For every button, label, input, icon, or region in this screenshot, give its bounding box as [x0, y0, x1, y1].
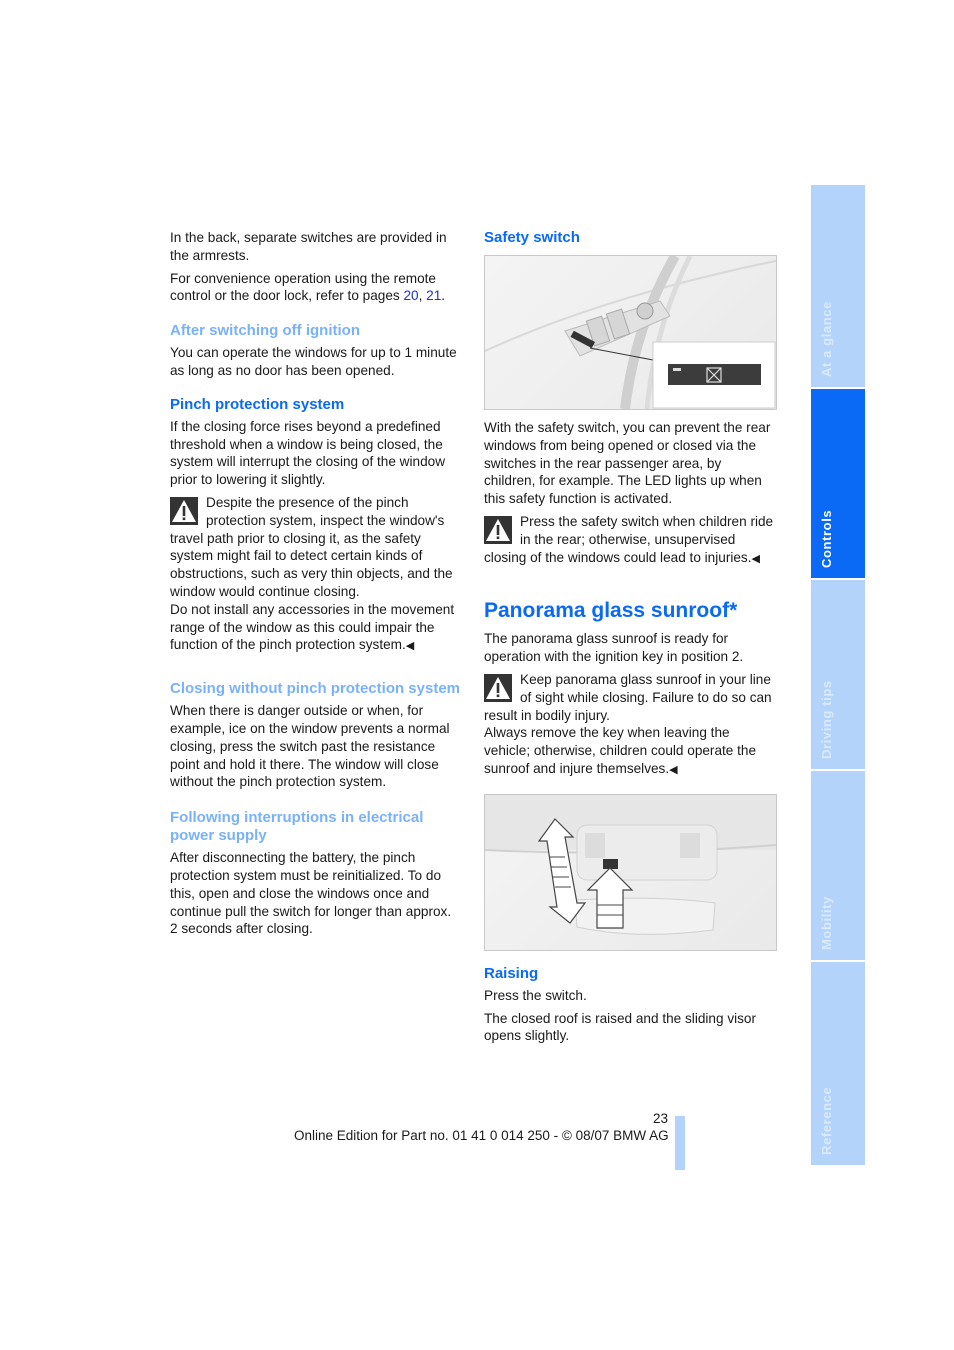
warning-icon	[484, 515, 512, 544]
intro-text: For convenience operation using the remo…	[170, 270, 436, 304]
window-lock-switch-illustration-icon	[485, 256, 776, 409]
end-mark-icon: ◀	[751, 552, 760, 565]
end-mark-icon: ◀	[669, 763, 678, 776]
tab-at-a-glance[interactable]: At a glance	[811, 185, 865, 387]
heading-safety-switch: Safety switch	[484, 229, 580, 246]
heading-raising: Raising	[484, 964, 539, 982]
tab-label: Driving tips	[819, 680, 834, 759]
page-marker-bar	[675, 1116, 685, 1170]
tab-label: Reference	[819, 1086, 834, 1155]
raising-text-1: Press the switch.	[484, 987, 587, 1003]
intro-paragraph-1: In the back, separate switches are provi…	[170, 230, 447, 263]
right-column: Safety switch With the safety switch, yo…	[484, 229, 777, 1050]
page-link-21[interactable]: 21	[426, 288, 441, 303]
safety-switch-text: With the safety switch, you can prevent …	[484, 420, 771, 507]
sunroof-switch-illustration-icon	[485, 794, 776, 935]
page-link-20[interactable]: 20	[403, 288, 418, 303]
sunroof-switch-figure	[484, 793, 777, 951]
sunroof-warning-text-2: Always remove the key when leaving the v…	[484, 725, 757, 776]
following-text: After disconnecting the battery, the pin…	[170, 850, 452, 937]
tab-reference[interactable]: Reference	[811, 962, 865, 1165]
section-tabs: At a glance Controls Driving tips Mobili…	[811, 185, 865, 1167]
end-mark-icon: ◀	[405, 640, 415, 653]
tab-label: At a glance	[819, 301, 834, 377]
closing-without-text: When there is danger outside or when, fo…	[170, 703, 450, 790]
warning-icon	[484, 673, 512, 702]
pinch-warning: Despite the presence of the pinch protec…	[170, 494, 462, 656]
pinch-warning-text-1: Despite the presence of the pinch protec…	[170, 494, 453, 599]
heading-pinch-protection: Pinch protection system	[170, 395, 345, 413]
sunroof-text: The panorama glass sunroof is ready for …	[484, 631, 744, 665]
heading-after-switching-off-ignition: After switching off ignition	[170, 322, 360, 340]
pinch-text: If the closing force rises beyond a pred…	[170, 418, 446, 488]
intro-paragraph-2: For convenience operation using the remo…	[170, 270, 462, 306]
tab-label: Controls	[819, 509, 834, 568]
tab-mobility[interactable]: Mobility	[811, 771, 865, 960]
tab-label: Mobility	[819, 896, 834, 950]
heading-closing-without-pinch-protection: Closing without pinch protection system	[170, 680, 461, 698]
heading-following-interruptions: Following interruptions in electrical po…	[170, 809, 424, 845]
edition-text: Online Edition for Part no. 01 41 0 014 …	[294, 1128, 669, 1143]
heading-panorama-glass-sunroof: Panorama glass sunroof*	[484, 599, 738, 623]
sunroof-warning-text-1: Keep panorama glass sunroof in your line…	[484, 671, 772, 723]
safety-switch-figure	[484, 255, 777, 410]
safety-warning-text: Press the safety switch when children ri…	[484, 513, 774, 565]
raising-text-2: The closed roof is raised and the slidin…	[484, 1010, 757, 1044]
after-ignition-text: You can operate the windows for up to 1 …	[170, 345, 457, 378]
page-number: 23	[652, 1111, 668, 1126]
tab-controls[interactable]: Controls	[811, 389, 865, 578]
safety-switch-warning: Press the safety switch when children ri…	[484, 513, 776, 568]
left-column: In the back, separate switches are provi…	[170, 229, 462, 943]
period: .	[441, 288, 446, 304]
warning-icon	[170, 496, 198, 525]
sunroof-warning: Keep panorama glass sunroof in your line…	[484, 671, 776, 780]
tab-driving-tips[interactable]: Driving tips	[811, 580, 865, 769]
